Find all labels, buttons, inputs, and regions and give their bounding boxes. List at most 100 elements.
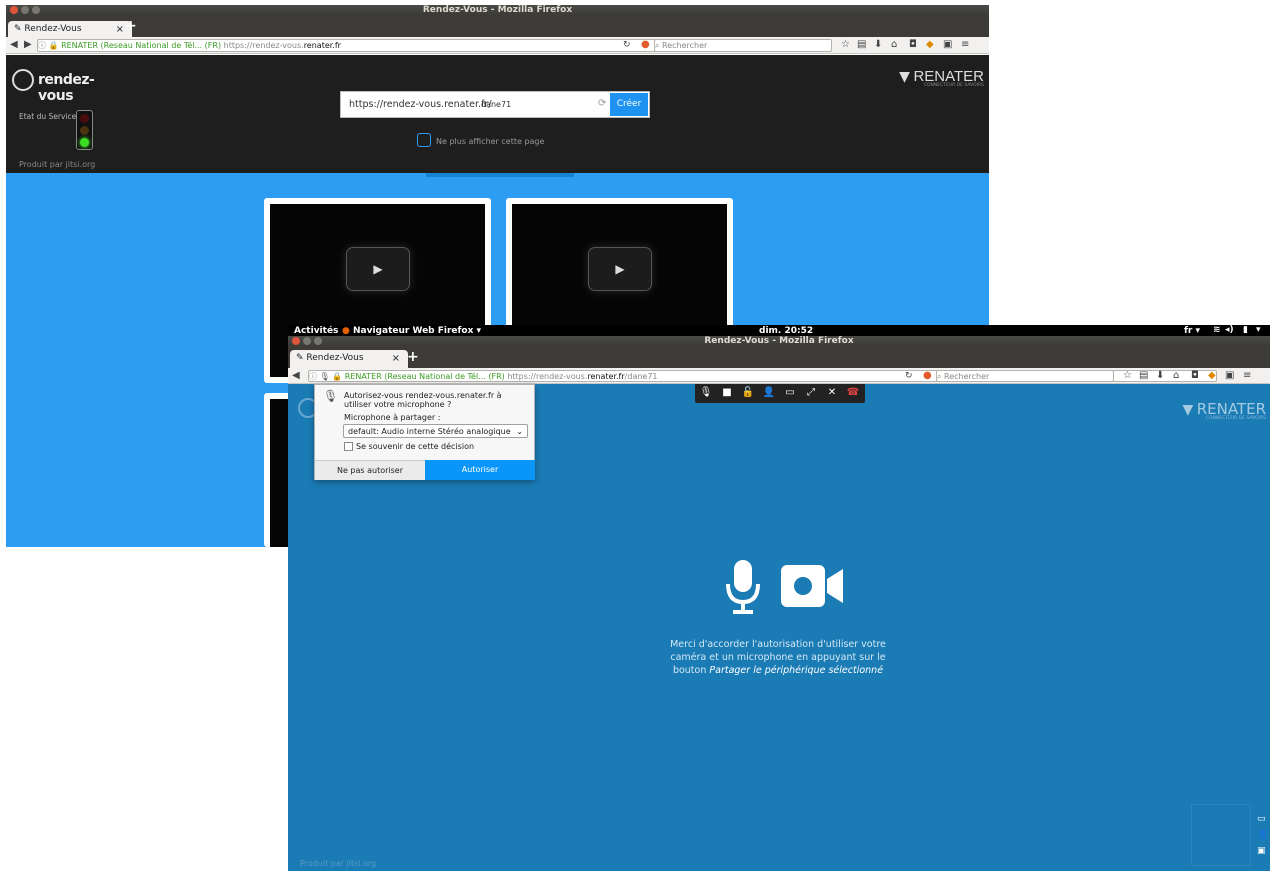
screenshot-icon[interactable]: ▣ <box>1225 370 1234 382</box>
pocket-icon[interactable]: ◘ <box>1191 370 1199 382</box>
feather-icon: ✎ <box>14 24 22 34</box>
downloads-icon[interactable]: ⬇ <box>874 39 882 51</box>
firefox-app-icon: ● <box>342 326 350 336</box>
info-icon: ⓘ <box>309 372 317 381</box>
activities-button[interactable]: Activités <box>294 326 338 336</box>
invite-icon[interactable]: 👤 <box>762 387 776 399</box>
contacts-side-icon[interactable]: 👤 <box>1257 830 1268 840</box>
chat-side-icon[interactable]: ▭ <box>1257 814 1266 824</box>
lock-room-icon[interactable]: 🔓 <box>741 387 755 399</box>
settings-tools-icon[interactable]: ✕ <box>825 387 839 399</box>
back-titlebar: Rendez-Vous - Mozilla Firefox <box>6 5 989 15</box>
tab-label: Rendez-Vous <box>306 353 364 363</box>
remember-checkbox[interactable] <box>344 442 353 451</box>
url-plain: https://rendez-vous. <box>507 372 588 381</box>
create-button[interactable]: Créer <box>610 93 648 116</box>
allow-button[interactable]: Autoriser <box>425 460 535 480</box>
clock[interactable]: dim. 20:52 <box>759 326 813 336</box>
tab-close-icon[interactable]: × <box>116 21 124 38</box>
app-menu[interactable]: Navigateur Web Firefox ▾ <box>353 326 481 336</box>
play-icon[interactable]: ▶ <box>346 247 410 291</box>
home-icon[interactable]: ⌂ <box>1173 370 1179 382</box>
menu-hamburger-icon[interactable]: ≡ <box>1243 370 1251 382</box>
powered-by-jitsi[interactable]: Produit par jitsi.org <box>300 859 376 868</box>
url-plain: https://rendez-vous. <box>223 41 304 50</box>
close-window-icon[interactable] <box>292 337 300 345</box>
back-url-bar[interactable]: ⓘ 🔒 RENATER (Reseau National de Tél... (… <box>37 39 688 52</box>
chat-icon[interactable]: ▭ <box>783 387 797 399</box>
permission-instructions: Merci d'accorder l'autorisation d'utilis… <box>668 638 888 677</box>
close-window-icon[interactable] <box>10 6 18 14</box>
minimize-window-icon[interactable] <box>21 6 29 14</box>
language-menu[interactable]: fr ▾ <box>1184 326 1200 336</box>
maximize-window-icon[interactable] <box>32 6 40 14</box>
room-input[interactable]: https://rendez-vous.renater.fr/ dane71 ⟳… <box>340 91 650 118</box>
extension-icon[interactable]: ◆ <box>926 39 934 51</box>
red-light-icon <box>80 114 89 123</box>
microphone-icon[interactable]: 🎙 <box>699 387 713 399</box>
mic-select-dropdown[interactable]: default: Audio interne Stéréo analogique… <box>343 424 528 438</box>
back-search-box[interactable]: ⌕ Rechercher <box>654 39 832 52</box>
home-icon[interactable]: ⌂ <box>891 39 897 51</box>
bookmarks-list-icon[interactable]: ▤ <box>1139 370 1148 382</box>
permission-text-emphasis: Partager le périphérique sélectionné <box>709 665 884 676</box>
screenshot-icon[interactable]: ▣ <box>943 39 952 51</box>
back-tabbar: ✎ Rendez-Vous × + <box>6 15 989 38</box>
front-search-box[interactable]: ⌕ Rechercher <box>936 370 1114 382</box>
reload-icon[interactable]: ↻ <box>905 370 913 382</box>
system-menu-arrow-icon[interactable]: ▾ <box>1256 325 1261 335</box>
new-tab-button[interactable]: + <box>407 349 419 365</box>
popup-microphone-icon: 🎙 <box>323 389 339 403</box>
search-icon: ⌕ <box>937 372 942 381</box>
bookmark-star-icon[interactable]: ☆ <box>1123 370 1132 382</box>
deny-button[interactable]: Ne pas autoriser <box>315 460 425 480</box>
minimize-window-icon[interactable] <box>303 337 311 345</box>
hangup-icon[interactable]: ☎ <box>846 387 860 399</box>
url-domain: renater.fr <box>587 372 625 381</box>
refresh-room-icon[interactable]: ⟳ <box>598 98 606 109</box>
bookmark-star-icon[interactable]: ☆ <box>841 39 850 51</box>
downloads-icon[interactable]: ⬇ <box>1156 370 1164 382</box>
url-identity: RENATER (Reseau National de Tél... (FR) <box>344 372 505 381</box>
front-navbar: ◀ ⓘ 🎙 🔒 RENATER (Reseau National de Tél.… <box>288 368 1270 384</box>
chevron-down-icon: ⌄ <box>516 427 523 436</box>
fullscreen-icon[interactable]: ⤢ <box>804 387 818 399</box>
camera-icon[interactable]: ■ <box>720 387 734 399</box>
renater-logo: ▼ RENATER CONNECTEUR DE SAVOIRS <box>884 68 984 98</box>
back-arrow-icon[interactable]: ◀ <box>292 370 300 382</box>
mic-select-label: Microphone à partager : <box>344 413 441 422</box>
reload-icon[interactable]: ↻ <box>623 39 631 51</box>
front-tab-rendez-vous[interactable]: ✎ Rendez-Vous × <box>290 350 408 368</box>
hide-page-checkbox[interactable] <box>417 133 431 147</box>
back-arrow-icon[interactable]: ◀ <box>10 39 18 51</box>
service-state-label: Etat du Service: <box>19 112 79 121</box>
menu-hamburger-icon[interactable]: ≡ <box>961 39 969 51</box>
new-tab-button[interactable]: + <box>125 18 137 34</box>
permission-question: Autorisez-vous rendez-vous.renater.fr à … <box>344 391 502 409</box>
back-navbar: ◀ ▶ ⓘ 🔒 RENATER (Reseau National de Tél.… <box>6 37 989 54</box>
lock-icon: 🔒 <box>48 41 59 50</box>
search-engine-icon: ● <box>923 370 932 381</box>
back-window-title: Rendez-Vous - Mozilla Firefox <box>422 5 573 15</box>
mic-selected-value: default: Audio interne Stéréo analogique <box>348 427 511 436</box>
volume-icon[interactable]: ◂) <box>1225 325 1234 335</box>
powered-by-jitsi[interactable]: Produit par jitsi.org <box>19 160 95 169</box>
microphone-permission-popup: 🎙 Autorisez-vous rendez-vous.renater.fr … <box>314 384 535 480</box>
bookmarks-list-icon[interactable]: ▤ <box>857 39 866 51</box>
forward-arrow-icon[interactable]: ▶ <box>24 39 32 51</box>
extension-icon[interactable]: ◆ <box>1208 370 1216 382</box>
front-tabbar: ✎ Rendez-Vous × + <box>288 346 1270 368</box>
settings-side-icon[interactable]: ▣ <box>1257 846 1266 856</box>
microphone-permission-icon[interactable]: 🎙 <box>320 372 330 381</box>
feather-icon: ✎ <box>296 353 304 363</box>
rendez-vous-logo[interactable]: rendez-vous <box>12 69 122 104</box>
battery-icon[interactable]: ▮ <box>1243 325 1248 335</box>
local-video-thumb[interactable] <box>1191 804 1251 866</box>
maximize-window-icon[interactable] <box>314 337 322 345</box>
play-icon[interactable]: ▶ <box>588 247 652 291</box>
tab-close-icon[interactable]: × <box>392 350 400 367</box>
search-engine-icon: ● <box>641 39 650 50</box>
back-tab-rendez-vous[interactable]: ✎ Rendez-Vous × <box>8 21 132 38</box>
wifi-icon[interactable]: ≋ <box>1213 325 1221 335</box>
pocket-icon[interactable]: ◘ <box>909 39 917 51</box>
